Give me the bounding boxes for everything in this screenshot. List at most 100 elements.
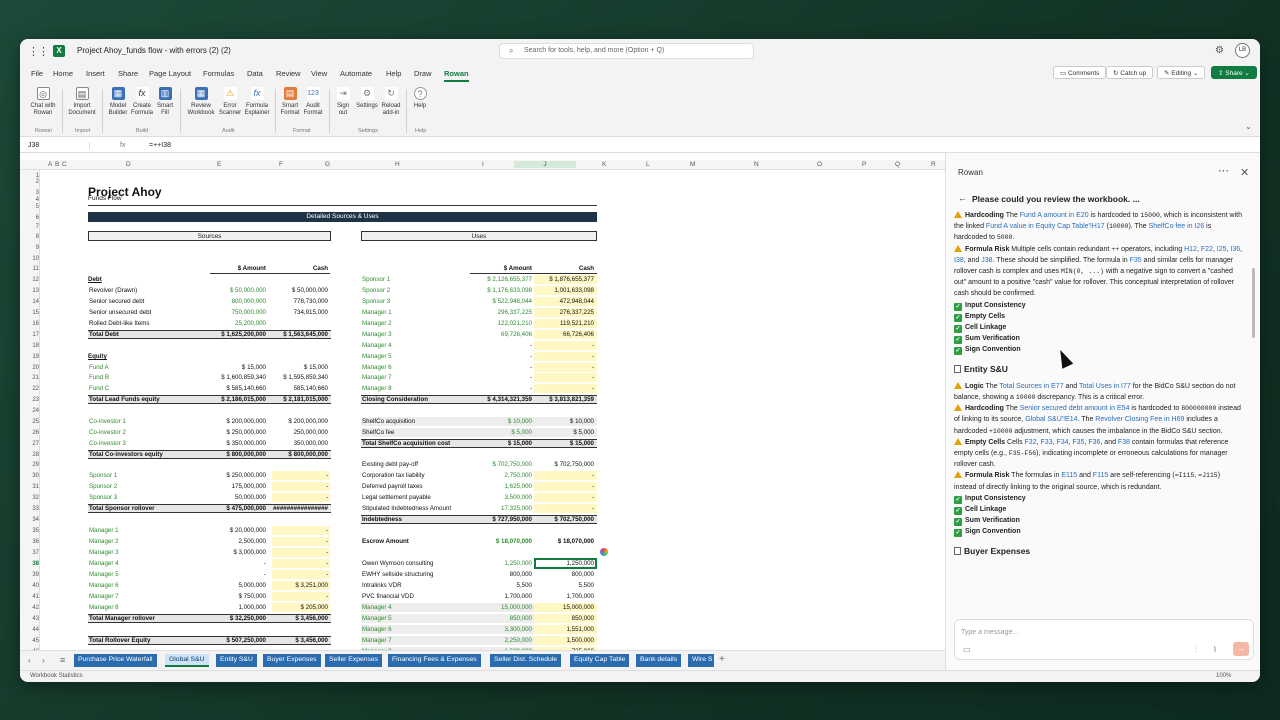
row-header[interactable]: 29 xyxy=(20,462,40,468)
row-header[interactable]: 44 xyxy=(20,627,40,633)
row-header[interactable]: 31 xyxy=(20,484,40,490)
row-header[interactable]: 23 xyxy=(20,397,40,403)
row-label[interactable]: Total ShelfCo acquisition cost xyxy=(362,440,450,447)
search-box[interactable]: ⌕ Search for tools, help, and more (Opti… xyxy=(499,43,754,59)
row-header[interactable]: 15 xyxy=(20,310,40,316)
row-header[interactable]: 35 xyxy=(20,528,40,534)
cash-cell[interactable]: $ 18,070,000 xyxy=(524,538,594,545)
cash-cell[interactable]: - xyxy=(524,353,594,360)
panel-scrollbar[interactable] xyxy=(1252,268,1255,338)
cash-cell[interactable]: $ 702,750,000 xyxy=(524,516,594,523)
row-header[interactable]: 17 xyxy=(20,332,40,338)
amount-cell[interactable]: 850,000 xyxy=(460,615,532,622)
row-label[interactable]: Sponsor 3 xyxy=(89,494,117,501)
sheet-tab[interactable]: Seller Dist. Schedule xyxy=(490,654,562,667)
cash-cell[interactable]: - xyxy=(524,364,594,371)
row-label[interactable]: Manager 7 xyxy=(362,637,392,644)
debt-label[interactable]: Debt xyxy=(88,276,102,283)
row-label[interactable]: Co-investor 2 xyxy=(89,429,126,436)
row-label[interactable]: Sponsor 3 xyxy=(362,298,390,305)
amount-cell[interactable]: 296,337,225 xyxy=(460,309,532,316)
cash-cell[interactable]: 250,000,000 xyxy=(260,429,328,436)
cash-cell[interactable]: 276,337,225 xyxy=(524,309,594,316)
row-label[interactable]: Legal settlement payable xyxy=(362,494,431,501)
amount-cell[interactable]: $ 5,000 xyxy=(460,429,532,436)
row-label[interactable]: Senior secured debt xyxy=(89,298,144,305)
cell-link[interactable]: F35 xyxy=(1130,257,1142,264)
row-header[interactable]: 24 xyxy=(20,408,40,414)
cash-cell[interactable]: 1,001,633,098 xyxy=(524,287,594,294)
cell-link[interactable]: I25 xyxy=(1217,246,1227,253)
cash-cell[interactable]: - xyxy=(260,549,328,556)
row-label[interactable]: PVC financial VDD xyxy=(362,593,414,600)
amount-cell[interactable]: $ 800,000,000 xyxy=(200,451,266,458)
menu-page-layout[interactable]: Page Layout xyxy=(149,69,191,78)
cash-cell[interactable]: - xyxy=(524,505,594,512)
row-header[interactable]: 38 xyxy=(20,561,40,567)
amount-cell[interactable]: 17,325,000 xyxy=(460,505,532,512)
audit-format-button[interactable]: 123 Audit Format xyxy=(301,87,325,117)
cash-cell[interactable]: 850,000 xyxy=(524,615,594,622)
amount-cell[interactable]: $ 2,186,015,000 xyxy=(200,396,266,403)
amount-cell[interactable]: 800,000,000 xyxy=(200,298,266,305)
amount-cell[interactable]: $ 507,250,000 xyxy=(200,637,266,644)
amount-cell[interactable]: $ 15,000 xyxy=(200,364,266,371)
amount-cell[interactable]: 1,000,000 xyxy=(200,604,266,611)
row-label[interactable]: Manager 4 xyxy=(362,342,392,349)
amount-cell[interactable]: $ 750,000 xyxy=(200,593,266,600)
amount-cell[interactable]: $ 250,000,000 xyxy=(200,429,266,436)
row-label[interactable]: Manager 8 xyxy=(89,604,119,611)
row-label[interactable]: Manager 1 xyxy=(362,309,392,316)
cash-cell[interactable]: 1,700,000 xyxy=(524,593,594,600)
amount-cell[interactable]: 69,726,406 xyxy=(460,331,532,338)
cash-cell[interactable]: $ 3,251,000 xyxy=(260,582,328,589)
amount-cell[interactable]: 15,000,000 xyxy=(460,604,532,611)
formula-explainer-button[interactable]: fx Formula Explainer xyxy=(242,87,272,117)
amount-cell[interactable]: $ 50,000,000 xyxy=(200,287,266,294)
sheet-tab[interactable]: Global S&U xyxy=(165,654,209,667)
file-name[interactable]: Project Ahoy_funds flow - with errors (2… xyxy=(77,46,231,55)
column-header[interactable]: M xyxy=(690,161,695,168)
row-header[interactable]: 9 xyxy=(20,245,40,251)
row-label[interactable]: Manager 2 xyxy=(362,320,392,327)
cash-cell[interactable]: 119,521,210 xyxy=(524,320,594,327)
avatar[interactable]: LB xyxy=(1235,43,1250,58)
row-label[interactable]: Closing Consideration xyxy=(362,396,428,403)
cell-link[interactable]: I36 xyxy=(1230,246,1240,253)
amount-cell[interactable]: $ 2,126,655,377 xyxy=(460,276,532,283)
cash-cell[interactable]: $ 205,000 xyxy=(260,604,328,611)
comments-button[interactable]: ▭ Comments xyxy=(1053,66,1107,79)
row-header[interactable]: 28 xyxy=(20,452,40,458)
column-header[interactable]: G xyxy=(325,161,330,168)
sheet-tab[interactable]: Equity Cap Table xyxy=(570,654,630,667)
column-header[interactable]: A xyxy=(48,161,52,168)
cash-cell[interactable]: $ 800,000,000 xyxy=(260,451,328,458)
row-header[interactable]: 3 xyxy=(20,190,40,196)
cash-cell[interactable]: $ 2,181,015,000 xyxy=(260,396,328,403)
row-header[interactable]: 42 xyxy=(20,605,40,611)
tools-icon[interactable]: ⫶ xyxy=(1195,645,1197,655)
amount-cell[interactable]: - xyxy=(460,364,532,371)
import-document-button[interactable]: ▤ Import Document xyxy=(66,87,98,117)
amount-cell[interactable]: $ 727,950,000 xyxy=(460,516,532,523)
row-label[interactable]: Manager 6 xyxy=(362,626,392,633)
column-header[interactable]: Q xyxy=(895,161,900,168)
cash-cell[interactable]: - xyxy=(260,593,328,600)
row-header[interactable]: 11 xyxy=(20,266,40,272)
row-label[interactable]: Existing debt pay-off xyxy=(362,461,418,468)
row-header[interactable]: 40 xyxy=(20,583,40,589)
cash-cell[interactable]: - xyxy=(260,483,328,490)
cell-link[interactable]: H12 xyxy=(1184,246,1197,253)
menu-insert[interactable]: Insert xyxy=(86,69,105,78)
cash-cell[interactable]: $ 3,456,000 xyxy=(260,637,328,644)
row-header[interactable]: 41 xyxy=(20,594,40,600)
cash-cell[interactable]: - xyxy=(524,483,594,490)
amount-cell[interactable]: $ 18,070,000 xyxy=(460,538,532,545)
row-label[interactable]: Stipulated Indebtedness Amount xyxy=(362,505,451,512)
cash-cell[interactable]: 472,948,044 xyxy=(524,298,594,305)
row-label[interactable]: Total Manager rollover xyxy=(89,615,155,622)
cash-cell[interactable]: - xyxy=(260,527,328,534)
amount-cell[interactable]: $ 1,625,200,000 xyxy=(200,331,266,338)
row-label[interactable]: Rolled Debt-like Items xyxy=(89,320,150,327)
row-label[interactable]: Manager 5 xyxy=(362,353,392,360)
